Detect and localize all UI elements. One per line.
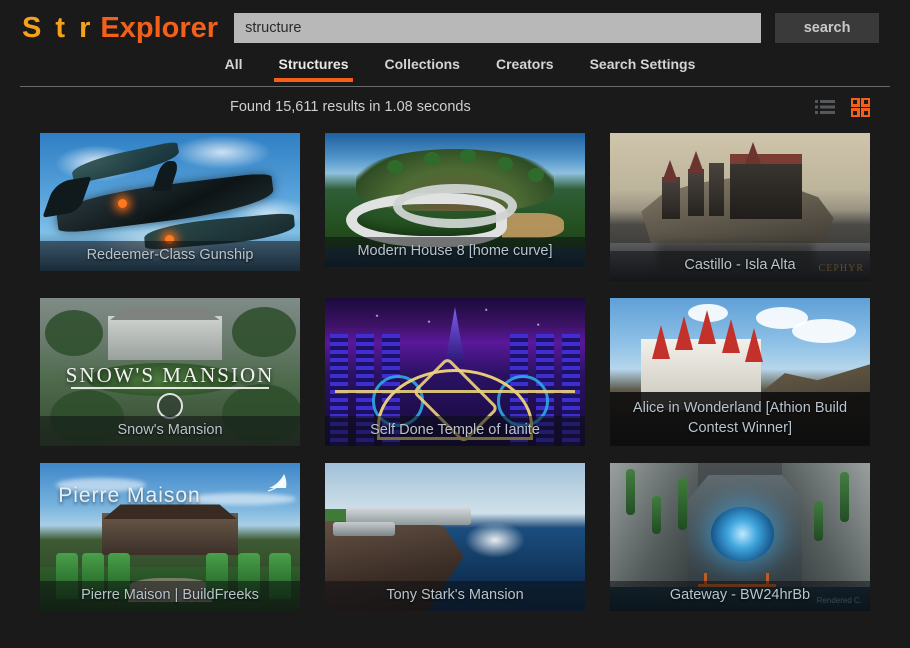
primary-nav: All Structures Collections Creators Sear… [0,56,910,86]
card-thumbnail: Rendered C. Gateway - BW24hrBb [610,463,870,611]
card-caption: Snow's Mansion [40,416,300,446]
results-grid: Redeemer-Class Gunship Modern House 8 [h… [0,127,910,628]
card-caption: Pierre Maison | BuildFreeks [40,581,300,611]
logo-text-secondary: Explorer [100,11,219,44]
app-header: S t rExplorer search [0,0,910,56]
card-caption: Self Done Temple of Ianite [325,416,585,446]
results-summary: Found 15,611 results in 1.08 seconds [230,99,471,115]
search-input[interactable] [234,13,762,43]
result-card[interactable]: Pierre Maison Pierre Maison | BuildFreek… [40,463,300,611]
result-card[interactable]: Self Done Temple of Ianite [325,298,585,446]
result-card[interactable]: Alice in Wonderland [Athion Build Contes… [610,298,870,446]
card-thumbnail: Modern House 8 [home curve] [325,133,585,267]
logo-text-primary: S t r [22,11,94,44]
view-mode-toggles [815,97,890,117]
tab-collections[interactable]: Collections [385,56,460,82]
crest-icon [157,392,183,419]
app-logo[interactable]: S t r Explorer [22,11,219,44]
thumbnail-overlay-title: SNOW'S MANSION [65,363,275,388]
card-thumbnail: Redeemer-Class Gunship [40,133,300,271]
tab-search-settings[interactable]: Search Settings [590,56,696,82]
card-thumbnail: CEPHYR Castillo - Isla Alta [610,133,870,281]
list-view-icon[interactable] [815,99,835,115]
card-caption: Redeemer-Class Gunship [40,241,300,271]
card-thumbnail: Alice in Wonderland [Athion Build Contes… [610,298,870,446]
card-caption: Castillo - Isla Alta [610,251,870,281]
card-caption: Tony Stark's Mansion [325,581,585,611]
result-card[interactable]: Redeemer-Class Gunship [40,133,300,281]
results-bar: Found 15,611 results in 1.08 seconds [0,87,910,127]
card-caption: Modern House 8 [home curve] [325,237,585,267]
card-caption: Gateway - BW24hrBb [610,581,870,611]
search-button[interactable]: search [775,13,880,43]
result-card[interactable]: SNOW'S MANSION Snow's Mansion [40,298,300,446]
card-thumbnail: SNOW'S MANSION Snow's Mansion [40,298,300,446]
tab-structures[interactable]: Structures [274,56,353,82]
result-card[interactable]: Rendered C. Gateway - BW24hrBb [610,463,870,611]
thumbnail-overlay-title: Pierre Maison [58,483,201,507]
result-card[interactable]: Modern House 8 [home curve] [325,133,585,281]
card-thumbnail: Tony Stark's Mansion [325,463,585,611]
card-thumbnail: Pierre Maison Pierre Maison | BuildFreek… [40,463,300,611]
grid-view-icon[interactable] [851,97,870,117]
lion-crest-icon [267,474,287,492]
search-area: search [234,13,888,43]
card-caption: Alice in Wonderland [Athion Build Contes… [610,392,870,446]
tab-all[interactable]: All [225,56,243,82]
card-thumbnail: Self Done Temple of Ianite [325,298,585,446]
tab-creators[interactable]: Creators [496,56,554,82]
result-card[interactable]: CEPHYR Castillo - Isla Alta [610,133,870,281]
result-card[interactable]: Tony Stark's Mansion [325,463,585,611]
